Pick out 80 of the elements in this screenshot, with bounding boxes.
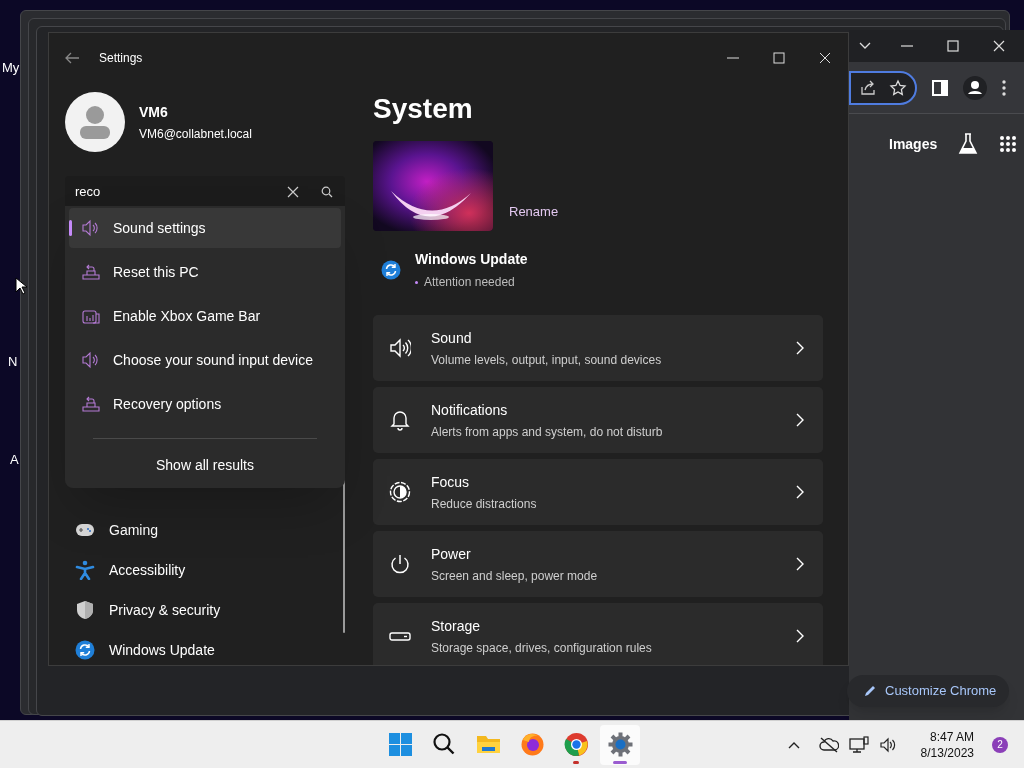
card-title: Storage bbox=[431, 616, 482, 636]
page-title: System bbox=[373, 92, 474, 126]
nav-item[interactable]: Windows Update bbox=[65, 630, 345, 665]
nav-item[interactable]: Gaming bbox=[65, 510, 345, 550]
window-title: Settings bbox=[99, 50, 143, 67]
profile-icon[interactable] bbox=[963, 75, 987, 100]
card-title: Power bbox=[431, 544, 472, 564]
customize-chrome-button[interactable]: Customize Chrome bbox=[847, 675, 1009, 707]
user-email: VM6@collabnet.local bbox=[139, 125, 252, 143]
pc-reset-icon bbox=[81, 262, 101, 282]
chevron-right-icon bbox=[795, 341, 805, 355]
card-subtitle: Storage space, drives, configuration rules bbox=[431, 639, 653, 657]
person-icon bbox=[75, 560, 95, 580]
card-title: Notifications bbox=[431, 400, 509, 420]
nav-item[interactable]: Privacy & security bbox=[65, 590, 345, 630]
speaker-icon bbox=[81, 218, 101, 238]
star-icon[interactable] bbox=[889, 78, 907, 97]
settings-card[interactable]: Power Screen and sleep, power mode bbox=[373, 531, 823, 597]
search-field[interactable]: reco bbox=[65, 176, 345, 208]
desktop-icon-label[interactable]: My bbox=[2, 58, 20, 78]
share-icon[interactable] bbox=[859, 78, 877, 97]
fox-globe-icon bbox=[519, 732, 545, 757]
clear-icon[interactable] bbox=[287, 186, 299, 198]
chevron-right-icon bbox=[795, 413, 805, 427]
apps-grid-icon[interactable] bbox=[999, 135, 1018, 153]
chevron-right-icon bbox=[795, 629, 805, 643]
clock-time[interactable]: 8:47 AM bbox=[929, 728, 974, 745]
images-link[interactable]: Images bbox=[889, 133, 938, 155]
more-icon[interactable] bbox=[1001, 78, 1007, 97]
shield-icon bbox=[75, 600, 95, 620]
cursor-icon bbox=[15, 277, 27, 295]
sync-icon bbox=[75, 640, 95, 660]
nav-item[interactable]: Accessibility bbox=[65, 550, 345, 590]
card-title: Focus bbox=[431, 472, 471, 492]
update-title: Windows Update bbox=[415, 250, 528, 269]
search-result[interactable]: Reset this PC bbox=[69, 252, 341, 292]
speaker-icon bbox=[389, 337, 411, 359]
power-icon bbox=[389, 553, 411, 575]
card-subtitle: Screen and sleep, power mode bbox=[431, 567, 599, 585]
search-result[interactable]: Sound settings bbox=[69, 208, 341, 248]
sync-icon bbox=[381, 260, 401, 280]
chevron-right-icon bbox=[795, 557, 805, 571]
desktop-icon-label[interactable]: N bbox=[8, 352, 18, 372]
desktop-icon-label[interactable]: A bbox=[10, 450, 19, 470]
settings-card[interactable]: Focus Reduce distractions bbox=[373, 459, 823, 525]
search-icon bbox=[431, 732, 457, 757]
card-title: Sound bbox=[431, 328, 473, 348]
settings-card[interactable]: Notifications Alerts from apps and system, do not disturb bbox=[373, 387, 823, 453]
update-status: Attention needed bbox=[424, 274, 515, 291]
address-bar[interactable] bbox=[849, 70, 917, 105]
chevron-right-icon bbox=[795, 485, 805, 499]
volume-icon[interactable] bbox=[878, 736, 897, 753]
settings-card[interactable]: Storage Storage space, drives, configuration rules bbox=[373, 603, 823, 665]
gear-icon bbox=[607, 732, 633, 757]
rename-link[interactable]: Rename bbox=[509, 201, 559, 221]
search-result[interactable]: Choose your sound input device bbox=[69, 340, 341, 380]
search-result[interactable]: Recovery options bbox=[69, 384, 341, 424]
cloud-off-icon[interactable] bbox=[818, 736, 839, 753]
focus-icon bbox=[389, 481, 411, 503]
network-icon[interactable] bbox=[848, 735, 869, 754]
card-subtitle: Alerts from apps and system, do not disturb bbox=[431, 423, 664, 441]
settings-card[interactable]: Sound Volume levels, output, input, sound devices bbox=[373, 315, 823, 381]
windows-logo-icon bbox=[387, 732, 413, 757]
speaker-icon bbox=[81, 350, 101, 370]
show-all-results-link[interactable]: Show all results bbox=[155, 455, 254, 476]
search-result[interactable]: Enable Xbox Game Bar bbox=[69, 296, 341, 336]
avatar-icon bbox=[65, 92, 125, 152]
pc-reset-icon bbox=[81, 394, 101, 414]
flask-icon[interactable] bbox=[957, 132, 980, 156]
back-arrow-icon[interactable] bbox=[63, 50, 81, 66]
chrome-icon bbox=[563, 732, 589, 757]
card-subtitle: Reduce distractions bbox=[431, 495, 538, 513]
clock-date[interactable]: 8/13/2023 bbox=[920, 744, 974, 761]
pencil-icon bbox=[863, 684, 877, 698]
user-name: VM6 bbox=[139, 102, 169, 122]
side-panel-icon[interactable] bbox=[931, 78, 949, 97]
search-icon[interactable] bbox=[321, 186, 333, 198]
bell-icon bbox=[389, 409, 411, 431]
card-subtitle: Volume levels, output, input, sound devices bbox=[431, 351, 663, 369]
notification-badge[interactable]: 2 bbox=[992, 736, 1008, 753]
